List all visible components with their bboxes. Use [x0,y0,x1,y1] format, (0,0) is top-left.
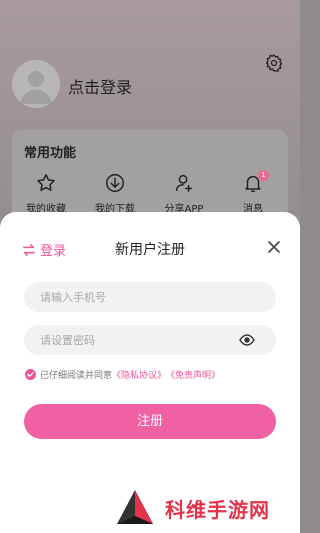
register-button[interactable]: 注册 [24,404,276,439]
privacy-link[interactable]: 《隐私协议》 [112,368,166,381]
download-icon [106,174,124,192]
sheet-title: 新用户注册 [115,242,185,258]
functions-title: 常用功能 [24,146,77,161]
favorites-item[interactable]: 我的收藏 [16,172,76,215]
agree-text: 已仔细阅读并同意 [40,371,113,381]
share-user-icon [175,174,193,192]
gear-icon[interactable] [264,53,284,73]
disclaimer-link[interactable]: 《免责声明》 [166,368,220,381]
avatar[interactable] [12,60,60,108]
share-app-item[interactable]: 分享APP [154,172,214,215]
register-sheet: 登录 新用户注册 已仔细阅读并同意 《隐私协议》 《免责声明》 注册 [0,212,300,533]
eye-icon[interactable] [239,334,255,346]
agreement-row: 已仔细阅读并同意 《隐私协议》 《免责声明》 [25,368,220,381]
message-badge: 1 [258,170,269,181]
messages-item[interactable]: 1 消息 [223,170,283,215]
watermark-logo-icon [117,490,153,524]
default-avatar-icon [20,71,52,104]
check-icon [27,372,34,377]
close-icon[interactable] [267,240,281,254]
agree-checkbox[interactable] [25,369,36,380]
star-icon [37,174,55,191]
watermark: 科维手游网 [115,488,295,528]
downloads-item[interactable]: 我的下载 [85,172,145,215]
phone-input[interactable] [24,282,276,312]
watermark-text: 科维手游网 [165,498,270,522]
login-prompt[interactable]: 点击登录 [68,74,132,98]
